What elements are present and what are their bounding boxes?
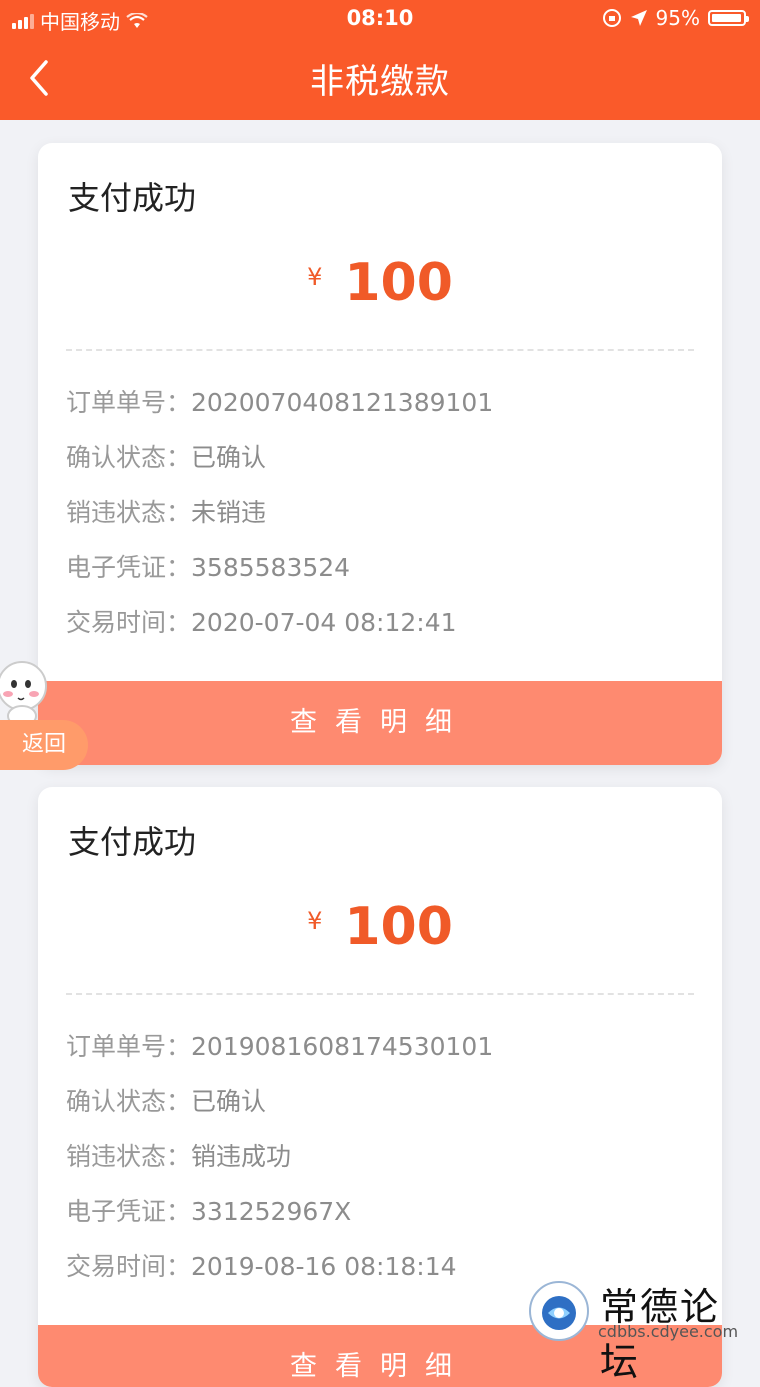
detail-label: 确认状态：	[66, 1087, 192, 1116]
order-number: 2020070408121389101	[191, 388, 494, 417]
transaction-time: 2020-07-04 08:12:41	[191, 608, 457, 637]
payment-card: 支付成功 ¥100 订单单号：2020070408121389101 确认状态：…	[38, 143, 722, 765]
detail-row: 交易时间：2020-07-04 08:12:41	[66, 603, 493, 658]
battery-icon	[708, 10, 749, 26]
amount-value: 100	[344, 897, 453, 957]
violation-status: 销违成功	[191, 1142, 292, 1171]
detail-row: 确认状态：已确认	[66, 438, 493, 493]
payment-details: 订单单号：2020070408121389101 确认状态：已确认 销违状态：未…	[66, 383, 493, 658]
detail-row: 电子凭证：331252967X	[66, 1192, 493, 1247]
status-bar: 中国移动 08:10 95%	[0, 0, 760, 40]
view-details-button[interactable]: 查看明细	[38, 681, 722, 765]
payment-status: 支付成功	[68, 823, 197, 861]
location-icon	[630, 10, 647, 26]
confirm-status: 已确认	[191, 443, 267, 472]
detail-label: 销违状态：	[66, 498, 192, 527]
detail-label: 交易时间：	[66, 1252, 192, 1281]
forum-logo-icon	[529, 1281, 589, 1341]
detail-label: 电子凭证：	[66, 1197, 192, 1226]
detail-row: 订单单号：2019081608174530101	[66, 1027, 493, 1082]
confirm-status: 已确认	[191, 1087, 267, 1116]
transaction-time: 2019-08-16 08:18:14	[191, 1252, 457, 1281]
payment-details: 订单单号：2019081608174530101 确认状态：已确认 销违状态：销…	[66, 1027, 493, 1302]
floating-back-button[interactable]: 返回	[0, 720, 88, 770]
top-bar: 中国移动 08:10 95% 非税缴款	[0, 0, 760, 120]
violation-status: 未销违	[191, 498, 267, 527]
detail-row: 确认状态：已确认	[66, 1082, 493, 1137]
voucher-number: 3585583524	[191, 553, 351, 582]
page-title: 非税缴款	[310, 62, 450, 102]
detail-label: 订单单号：	[66, 388, 192, 417]
detail-label: 电子凭证：	[66, 553, 192, 582]
detail-label: 销违状态：	[66, 1142, 192, 1171]
payment-amount: ¥100	[38, 253, 722, 313]
dashed-divider	[66, 993, 694, 995]
voucher-number: 331252967X	[191, 1197, 352, 1226]
payment-status: 支付成功	[68, 179, 197, 217]
payment-amount: ¥100	[38, 897, 722, 957]
orientation-lock-icon	[602, 9, 621, 27]
dashed-divider	[66, 349, 694, 351]
watermark: 常德论坛 cdbbs.cdyee.com	[528, 1276, 752, 1384]
detail-row: 销违状态：未销违	[66, 493, 493, 548]
detail-row: 销违状态：销违成功	[66, 1137, 493, 1192]
detail-row: 交易时间：2019-08-16 08:18:14	[66, 1247, 493, 1302]
detail-row: 电子凭证：3585583524	[66, 548, 493, 603]
watermark-url: cdbbs.cdyee.com	[598, 1322, 739, 1341]
detail-row: 订单单号：2020070408121389101	[66, 383, 493, 438]
detail-label: 交易时间：	[66, 608, 192, 637]
order-number: 2019081608174530101	[191, 1032, 494, 1061]
battery-percent: 95%	[655, 6, 700, 30]
detail-label: 确认状态：	[66, 443, 192, 472]
detail-label: 订单单号：	[66, 1032, 192, 1061]
currency-symbol: ¥	[307, 263, 323, 291]
currency-symbol: ¥	[307, 907, 323, 935]
amount-value: 100	[344, 253, 453, 313]
